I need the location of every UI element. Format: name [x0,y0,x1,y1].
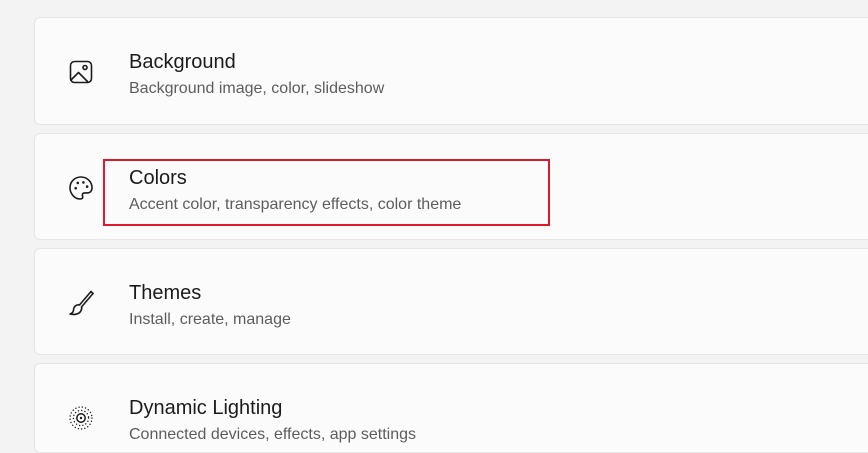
palette-icon [65,172,97,204]
settings-item-title: Dynamic Lighting [129,397,283,419]
settings-item-subtitle: Background image, color, slideshow [129,80,385,97]
settings-item-title: Background [129,51,236,73]
settings-item-themes[interactable]: Themes Install, create, manage [34,248,868,355]
settings-item-title: Themes [129,282,202,304]
brush-icon [65,287,97,319]
settings-item-subtitle: Connected devices, effects, app settings [129,426,416,443]
settings-item-title: Colors [129,167,187,189]
settings-item-dynamic-lighting[interactable]: Dynamic Lighting Connected devices, effe… [34,363,868,453]
settings-item-colors[interactable]: Colors Accent color, transparency effect… [34,133,868,240]
dynamic-lighting-icon [65,402,97,434]
settings-item-subtitle: Accent color, transparency effects, colo… [129,196,462,213]
settings-item-subtitle: Install, create, manage [129,311,291,328]
image-icon [65,56,97,88]
settings-item-background[interactable]: Background Background image, color, slid… [34,17,868,125]
